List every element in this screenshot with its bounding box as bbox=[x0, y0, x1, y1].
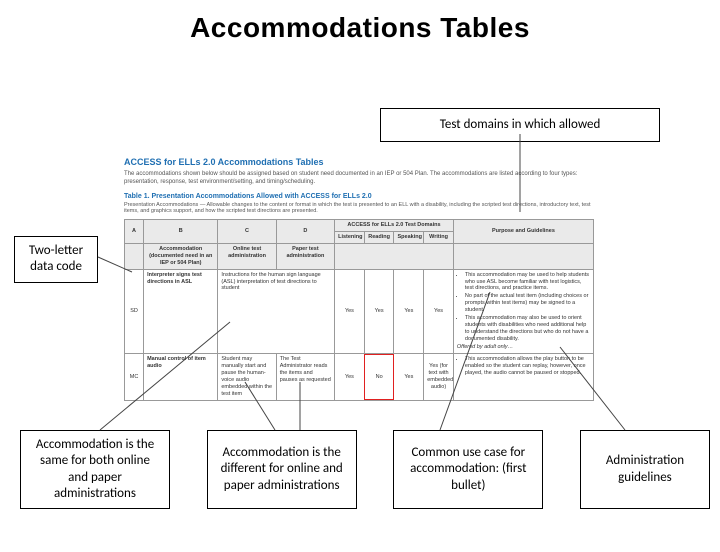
doc-table-title: Table 1. Presentation Accommodations All… bbox=[124, 193, 594, 200]
callout-left: Two-letter data code bbox=[14, 236, 98, 283]
subcol-online: Online test administration bbox=[218, 244, 276, 270]
doc-intro: The accommodations shown below should be… bbox=[124, 171, 594, 187]
cell-purpose: This accommodation may be used to help s… bbox=[453, 269, 593, 354]
col-purpose: Purpose and Guidelines bbox=[453, 220, 593, 244]
cell-acc: Manual control of item audio bbox=[144, 354, 218, 400]
cell-writing: Yes bbox=[424, 269, 454, 354]
table-row: MC Manual control of item audio Student … bbox=[125, 354, 594, 400]
embedded-document: ACCESS for ELLs 2.0 Accommodations Table… bbox=[124, 157, 594, 401]
bottom-callout-row: Accommodation is the same for both onlin… bbox=[20, 430, 710, 509]
cell-speaking: Yes bbox=[394, 354, 424, 400]
doc-heading: ACCESS for ELLs 2.0 Accommodations Table… bbox=[124, 157, 594, 167]
cell-reading-no: No bbox=[364, 354, 394, 400]
accommodations-table: A B C D ACCESS for ELLs 2.0 Test Domains… bbox=[124, 219, 594, 400]
cell-speaking: Yes bbox=[394, 269, 424, 354]
cell-code: SD bbox=[125, 269, 144, 354]
cell-paper: The Test Administrator reads the items a… bbox=[276, 354, 334, 400]
slide-title: Accommodations Tables bbox=[0, 12, 720, 44]
callout-bottom-1: Accommodation is the same for both onlin… bbox=[20, 430, 170, 509]
cell-online: Instructions for the human sign language… bbox=[218, 269, 335, 354]
cell-writing: Yes (for text with embedded audio) bbox=[424, 354, 454, 400]
callout-bottom-4: Administration guidelines bbox=[580, 430, 710, 509]
table-header-row-1: A B C D ACCESS for ELLs 2.0 Test Domains… bbox=[125, 220, 594, 232]
cell-purpose: This accommodation allows the play butto… bbox=[453, 354, 593, 400]
col-D: D bbox=[276, 220, 334, 244]
cell-listening: Yes bbox=[335, 354, 365, 400]
table-subheader-row: Accommodation (documented need in an IEP… bbox=[125, 244, 594, 270]
col-B: B bbox=[144, 220, 218, 244]
col-writing: Writing bbox=[424, 232, 454, 244]
col-speaking: Speaking bbox=[394, 232, 424, 244]
subcol-accommodation: Accommodation (documented need in an IEP… bbox=[144, 244, 218, 270]
cell-listening: Yes bbox=[335, 269, 365, 354]
col-A: A bbox=[125, 220, 144, 244]
cell-online: Student may manually start and pause the… bbox=[218, 354, 276, 400]
callout-top: Test domains in which allowed bbox=[380, 108, 660, 142]
col-domains: ACCESS for ELLs 2.0 Test Domains bbox=[335, 220, 454, 232]
col-listening: Listening bbox=[335, 232, 365, 244]
cell-code: MC bbox=[125, 354, 144, 400]
col-C: C bbox=[218, 220, 276, 244]
cell-reading: Yes bbox=[364, 269, 394, 354]
callout-bottom-2: Accommodation is the different for onlin… bbox=[207, 430, 357, 509]
doc-table-desc: Presentation Accommodations — Allowable … bbox=[124, 202, 594, 216]
cell-acc: Interpreter signs test directions in ASL bbox=[144, 269, 218, 354]
subcol-paper: Paper test administration bbox=[276, 244, 334, 270]
callout-bottom-3: Common use case for accommodation: (firs… bbox=[393, 430, 543, 509]
col-reading: Reading bbox=[364, 232, 394, 244]
table-row: SD Interpreter signs test directions in … bbox=[125, 269, 594, 354]
